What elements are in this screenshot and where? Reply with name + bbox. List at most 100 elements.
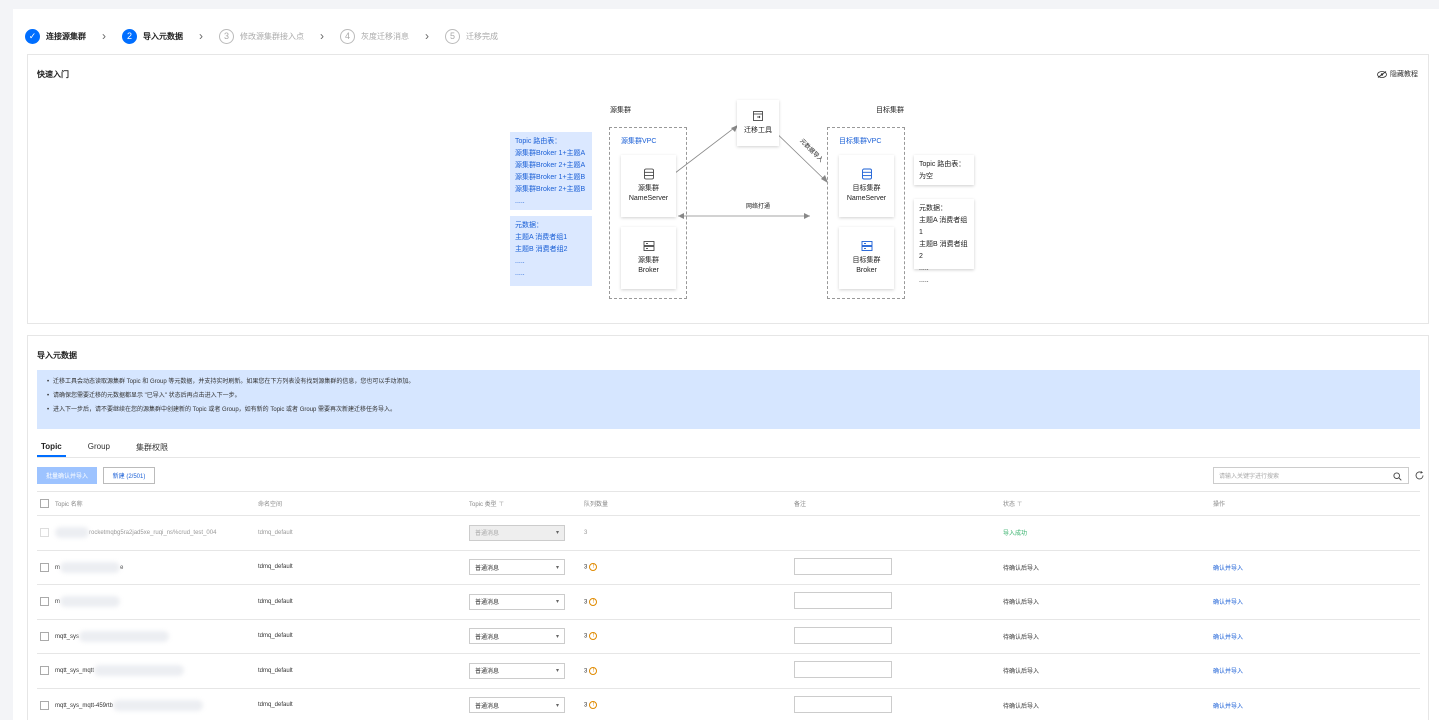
target-broker-line2: Broker bbox=[856, 267, 877, 274]
page-container: ✓ 连接源集群 › 2 导入元数据 › 3 修改源集群接入点 › 4 灰度迁移消息 › 5 迁移完成 快速… bbox=[13, 9, 1439, 720]
topic-name-prefix: mqtt_sys bbox=[55, 633, 80, 640]
quick-start-panel: 快速入门 隐藏教程 源集群 目标集群 Topic 路由表： 源集群Broker 1… bbox=[27, 54, 1429, 324]
queue-count-cell: 3! bbox=[581, 550, 791, 585]
tab-topic[interactable]: Topic bbox=[37, 442, 66, 457]
target-nameserver-line1: 目标集群 bbox=[852, 185, 881, 192]
status-cell: 待确认后导入 bbox=[1000, 688, 1210, 720]
target-meta-line: ..... bbox=[919, 277, 929, 284]
remark-cell bbox=[791, 653, 1000, 689]
new-topic-button[interactable]: 新建 (2/501) bbox=[103, 467, 155, 484]
confirm-import-link[interactable]: 确认并导入 bbox=[1213, 600, 1243, 606]
step-label: 导入元数据 bbox=[143, 31, 183, 41]
tab-集群权限[interactable]: 集群权限 bbox=[132, 442, 172, 457]
confirm-import-link[interactable]: 确认并导入 bbox=[1213, 566, 1243, 572]
topic-type-cell: 普通消息 ▾ bbox=[466, 619, 581, 654]
notice-box: 迁移工具会动态读取源集群 Topic 和 Group 等元数据，并支持实时刷新。… bbox=[37, 370, 1420, 429]
source-route-line: 源集群Broker 1+主题B bbox=[515, 174, 586, 181]
target-broker-line1: 目标集群 bbox=[852, 257, 881, 264]
warning-icon: ! bbox=[589, 597, 598, 606]
source-route-line: 源集群Broker 1+主题A bbox=[515, 150, 586, 157]
source-broker-line2: Broker bbox=[638, 267, 659, 274]
import-section-title: 导入元数据 bbox=[37, 351, 77, 360]
row-checkbox[interactable] bbox=[40, 562, 49, 572]
topic-type-select[interactable]: 普通消息 ▾ bbox=[469, 559, 565, 576]
target-meta-line: 主题B 消费者组2 bbox=[919, 241, 968, 260]
confirm-import-link[interactable]: 确认并导入 bbox=[1213, 635, 1243, 641]
database-icon bbox=[643, 168, 654, 180]
topic-type-select[interactable]: 普通消息 ▾ bbox=[469, 662, 565, 679]
step-5: 5 迁移完成 bbox=[445, 28, 498, 44]
remark-cell bbox=[791, 584, 1000, 620]
namespace-cell: tdmq_default bbox=[255, 515, 466, 551]
search-icon[interactable] bbox=[1393, 472, 1402, 481]
action-cell: 确认并导入 bbox=[1210, 550, 1420, 585]
topic-type-select[interactable]: 普通消息 ▾ bbox=[469, 697, 565, 714]
search-input[interactable]: 请输入关键字进行搜索 bbox=[1213, 467, 1409, 484]
topic-name-text: rocketmqbg5ra2jad5xe_ruqi_ns%crud_test_0… bbox=[89, 530, 217, 537]
target-cluster-label: 目标集群 bbox=[876, 107, 904, 114]
status-cell: 待确认后导入 bbox=[1000, 584, 1210, 620]
batch-confirm-import-button[interactable]: 批量确认并导入 bbox=[37, 467, 97, 484]
topic-type-select[interactable]: 普通消息 ▾ bbox=[469, 593, 565, 610]
topic-type-cell: 普通消息 ▾ bbox=[466, 584, 581, 620]
source-nameserver-node: 源集群 NameServer bbox=[621, 155, 676, 217]
warning-icon: ! bbox=[589, 632, 598, 641]
server-icon bbox=[861, 241, 872, 251]
tab-bar: Topic Group 集群权限 bbox=[37, 442, 1420, 458]
namespace-cell: tdmq_default bbox=[255, 619, 466, 654]
row-checkbox[interactable] bbox=[40, 631, 49, 641]
diagram-connectors bbox=[661, 124, 829, 219]
topic-name-cell: me bbox=[37, 550, 255, 585]
step-label: 修改源集群接入点 bbox=[240, 31, 304, 41]
remark-input[interactable] bbox=[794, 661, 892, 679]
topic-name-cell: mqtt_sys_mqtt-459rtb bbox=[37, 688, 255, 720]
topic-type-select[interactable]: 普通消息 ▾ bbox=[469, 628, 565, 645]
status-cell: 导入成功 bbox=[1000, 515, 1210, 551]
tool-icon bbox=[753, 111, 763, 121]
col-topic-type[interactable]: Topic 类型 ⊤ bbox=[466, 491, 581, 516]
queue-count-value: 3 bbox=[584, 529, 588, 536]
step-label: 迁移完成 bbox=[466, 31, 498, 41]
database-icon bbox=[861, 168, 872, 180]
row-checkbox[interactable] bbox=[40, 700, 49, 710]
remark-input[interactable] bbox=[794, 557, 892, 575]
table-row: m tdmq_default 普通消息 ▾ 3! 待确认后导入 确认并导入 bbox=[37, 584, 1420, 620]
table-header-row: Topic 名称 命名空间 Topic 类型 ⊤ 队列数量 备注 状态 ⊤ 操作 bbox=[37, 491, 1420, 516]
row-checkbox-disabled bbox=[40, 528, 49, 538]
remark-cell bbox=[791, 550, 1000, 585]
row-checkbox[interactable] bbox=[40, 666, 49, 676]
remark-input[interactable] bbox=[794, 626, 892, 644]
target-vpc-label: 目标集群VPC bbox=[839, 138, 882, 145]
col-status[interactable]: 状态 ⊤ bbox=[1000, 491, 1210, 516]
filter-icon: ⊤ bbox=[498, 502, 504, 508]
remark-input[interactable] bbox=[794, 695, 892, 713]
namespace-cell: tdmq_default bbox=[255, 688, 466, 720]
target-metadata: 元数据： 主题A 消费者组1 主题B 消费者组2.......... bbox=[914, 199, 974, 284]
remark-input[interactable] bbox=[794, 592, 892, 610]
notice-item: 进入下一步后，请不要继续在您的源集群中创建新的 Topic 或者 Group，如… bbox=[47, 403, 1410, 417]
topic-name-text: e bbox=[120, 564, 124, 571]
warning-icon: ! bbox=[589, 563, 598, 572]
target-meta-line: ..... bbox=[919, 265, 929, 272]
tab-group[interactable]: Group bbox=[84, 442, 114, 457]
source-route-line: ..... bbox=[515, 198, 525, 205]
chevron-down-icon: ▾ bbox=[555, 668, 559, 675]
step-4: 4 灰度迁移消息 › bbox=[340, 28, 429, 44]
confirm-import-link[interactable]: 确认并导入 bbox=[1213, 704, 1243, 710]
target-broker-node: 目标集群 Broker bbox=[839, 227, 894, 289]
refresh-icon[interactable] bbox=[1414, 470, 1425, 481]
source-broker-line1: 源集群 bbox=[638, 257, 659, 264]
topic-name-prefix: mqtt_sys_mqtt-459rtb bbox=[55, 702, 114, 709]
row-checkbox[interactable] bbox=[40, 597, 49, 607]
select-all-checkbox[interactable] bbox=[40, 499, 49, 509]
col-namespace: 命名空间 bbox=[255, 491, 466, 516]
source-meta-line: ..... bbox=[515, 258, 525, 265]
step-3: 3 修改源集群接入点 › bbox=[219, 28, 324, 44]
col-topic-name: Topic 名称 bbox=[37, 491, 255, 516]
confirm-import-link[interactable]: 确认并导入 bbox=[1213, 669, 1243, 675]
source-route-line: 源集群Broker 2+主题A bbox=[515, 162, 586, 169]
remark-cell bbox=[791, 515, 1000, 551]
status-cell: 待确认后导入 bbox=[1000, 653, 1210, 689]
remark-cell bbox=[791, 619, 1000, 654]
action-cell: 确认并导入 bbox=[1210, 688, 1420, 720]
